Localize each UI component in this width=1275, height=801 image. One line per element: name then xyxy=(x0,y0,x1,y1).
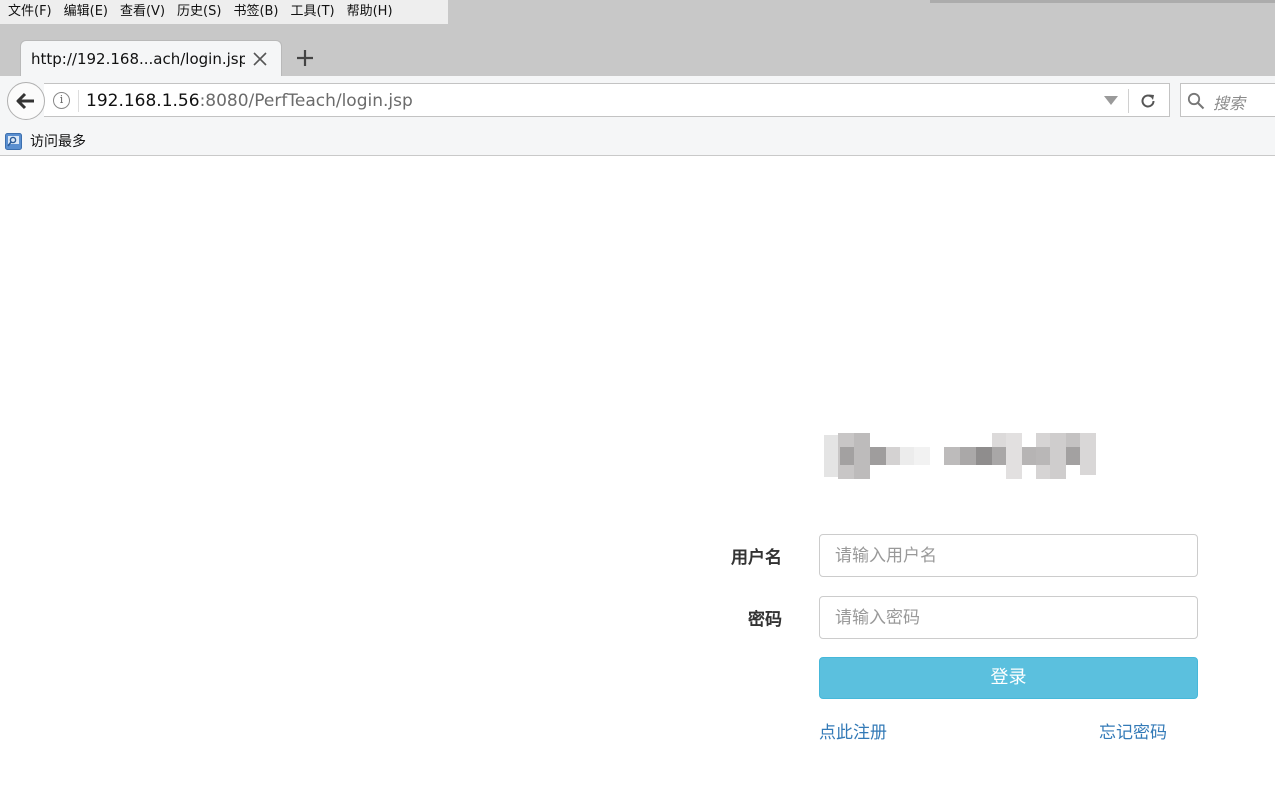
menu-view[interactable]: 查看(V) xyxy=(114,0,171,24)
plus-icon[interactable] xyxy=(290,43,320,73)
search-icon xyxy=(1187,92,1205,114)
menu-tools[interactable]: 工具(T) xyxy=(285,0,341,24)
menu-bar: 文件(F) 编辑(E) 查看(V) 历史(S) 书签(B) 工具(T) 帮助(H… xyxy=(0,0,1275,24)
logo-pixel xyxy=(944,447,960,465)
chevron-down-icon[interactable] xyxy=(1104,96,1118,105)
bookmark-most-visited[interactable]: 访问最多 xyxy=(5,130,86,152)
bookmark-label: 访问最多 xyxy=(30,134,86,150)
reload-icon[interactable] xyxy=(1135,88,1161,114)
url-path: :8080/PerfTeach/login.jsp xyxy=(199,91,413,111)
logo-pixel xyxy=(1080,433,1096,475)
menu-edit[interactable]: 编辑(E) xyxy=(58,0,114,24)
password-input[interactable] xyxy=(819,596,1198,639)
logo-pixel xyxy=(914,447,930,465)
register-link[interactable]: 点此注册 xyxy=(819,718,887,743)
logo-pixel xyxy=(1022,447,1036,465)
logo-pixel xyxy=(870,447,886,465)
url-divider-right xyxy=(1128,89,1129,113)
search-placeholder: 搜索 xyxy=(1213,94,1246,113)
username-input[interactable] xyxy=(819,534,1198,577)
logo-pixel xyxy=(886,447,900,465)
url-text[interactable]: 192.168.1.56:8080/PerfTeach/login.jsp xyxy=(86,90,413,112)
logo-pixel xyxy=(992,447,1006,465)
url-divider xyxy=(78,90,79,112)
url-host: 192.168.1.56 xyxy=(86,91,200,111)
menu-history[interactable]: 历史(S) xyxy=(171,0,227,24)
logo-pixel xyxy=(900,447,914,465)
logo-pixel xyxy=(824,435,838,477)
bookmark-folder-icon xyxy=(5,132,22,150)
blurred-logo xyxy=(824,433,1096,479)
back-arrow-icon[interactable] xyxy=(7,82,45,120)
close-icon[interactable] xyxy=(251,50,269,68)
logo-pixel xyxy=(1050,433,1066,479)
forgot-password-link[interactable]: 忘记密码 xyxy=(1099,718,1167,743)
menu-bookmarks[interactable]: 书签(B) xyxy=(227,0,284,24)
navigation-toolbar: i 192.168.1.56:8080/PerfTeach/login.jsp … xyxy=(0,76,1275,126)
logo-pixel xyxy=(976,447,992,465)
logo-pixel xyxy=(854,433,870,479)
password-label: 密码 xyxy=(748,610,782,630)
logo-pixel xyxy=(1036,447,1050,465)
username-label: 用户名 xyxy=(731,548,782,568)
tab-bar: http://192.168...ach/login.jsp xyxy=(0,24,1275,76)
info-icon[interactable]: i xyxy=(53,92,70,109)
login-button[interactable]: 登录 xyxy=(819,657,1198,699)
tab-title: http://192.168...ach/login.jsp xyxy=(31,49,245,68)
tab-login[interactable]: http://192.168...ach/login.jsp xyxy=(20,40,282,76)
logo-pixel xyxy=(1066,447,1080,465)
logo-pixel xyxy=(1006,433,1022,479)
logo-pixel xyxy=(840,447,854,465)
menu-file[interactable]: 文件(F) xyxy=(2,0,58,24)
menu-strip: 文件(F) 编辑(E) 查看(V) 历史(S) 书签(B) 工具(T) 帮助(H… xyxy=(0,0,448,24)
menu-help[interactable]: 帮助(H) xyxy=(341,0,399,24)
url-bar[interactable]: i 192.168.1.56:8080/PerfTeach/login.jsp xyxy=(44,83,1170,117)
logo-pixel xyxy=(960,447,976,465)
bookmarks-toolbar: 访问最多 xyxy=(0,126,1275,156)
search-bar[interactable]: 搜索 xyxy=(1180,83,1275,117)
window-edge-shadow xyxy=(930,0,1275,3)
